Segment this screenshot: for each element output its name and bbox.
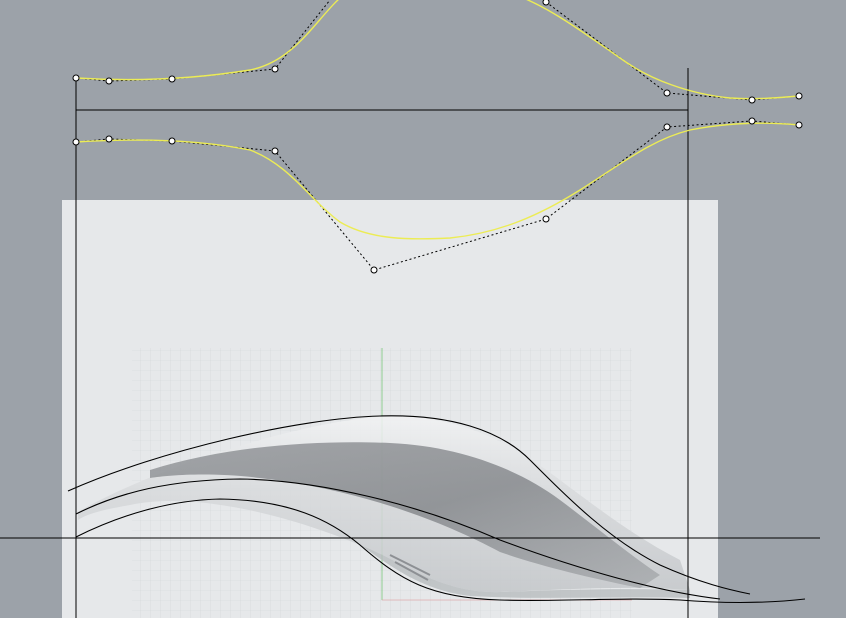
control-point[interactable] — [105, 77, 113, 85]
viewport-canvas[interactable] — [0, 0, 846, 618]
control-point[interactable] — [795, 121, 803, 129]
control-point[interactable] — [72, 74, 80, 82]
control-point[interactable] — [72, 138, 80, 146]
control-point[interactable] — [795, 92, 803, 100]
control-point[interactable] — [271, 147, 279, 155]
control-point[interactable] — [542, 215, 550, 223]
control-point[interactable] — [168, 75, 176, 83]
upper-profile-curve[interactable] — [75, 0, 800, 100]
control-point[interactable] — [748, 117, 756, 125]
control-point[interactable] — [663, 89, 671, 97]
upper-control-polygon — [75, 0, 331, 82]
control-point[interactable] — [370, 266, 378, 274]
perspective-viewport[interactable] — [0, 0, 846, 618]
control-point[interactable] — [271, 65, 279, 73]
control-point[interactable] — [168, 137, 176, 145]
control-point[interactable] — [542, 0, 550, 6]
control-point[interactable] — [663, 123, 671, 131]
control-point[interactable] — [105, 135, 113, 143]
control-point[interactable] — [748, 96, 756, 104]
